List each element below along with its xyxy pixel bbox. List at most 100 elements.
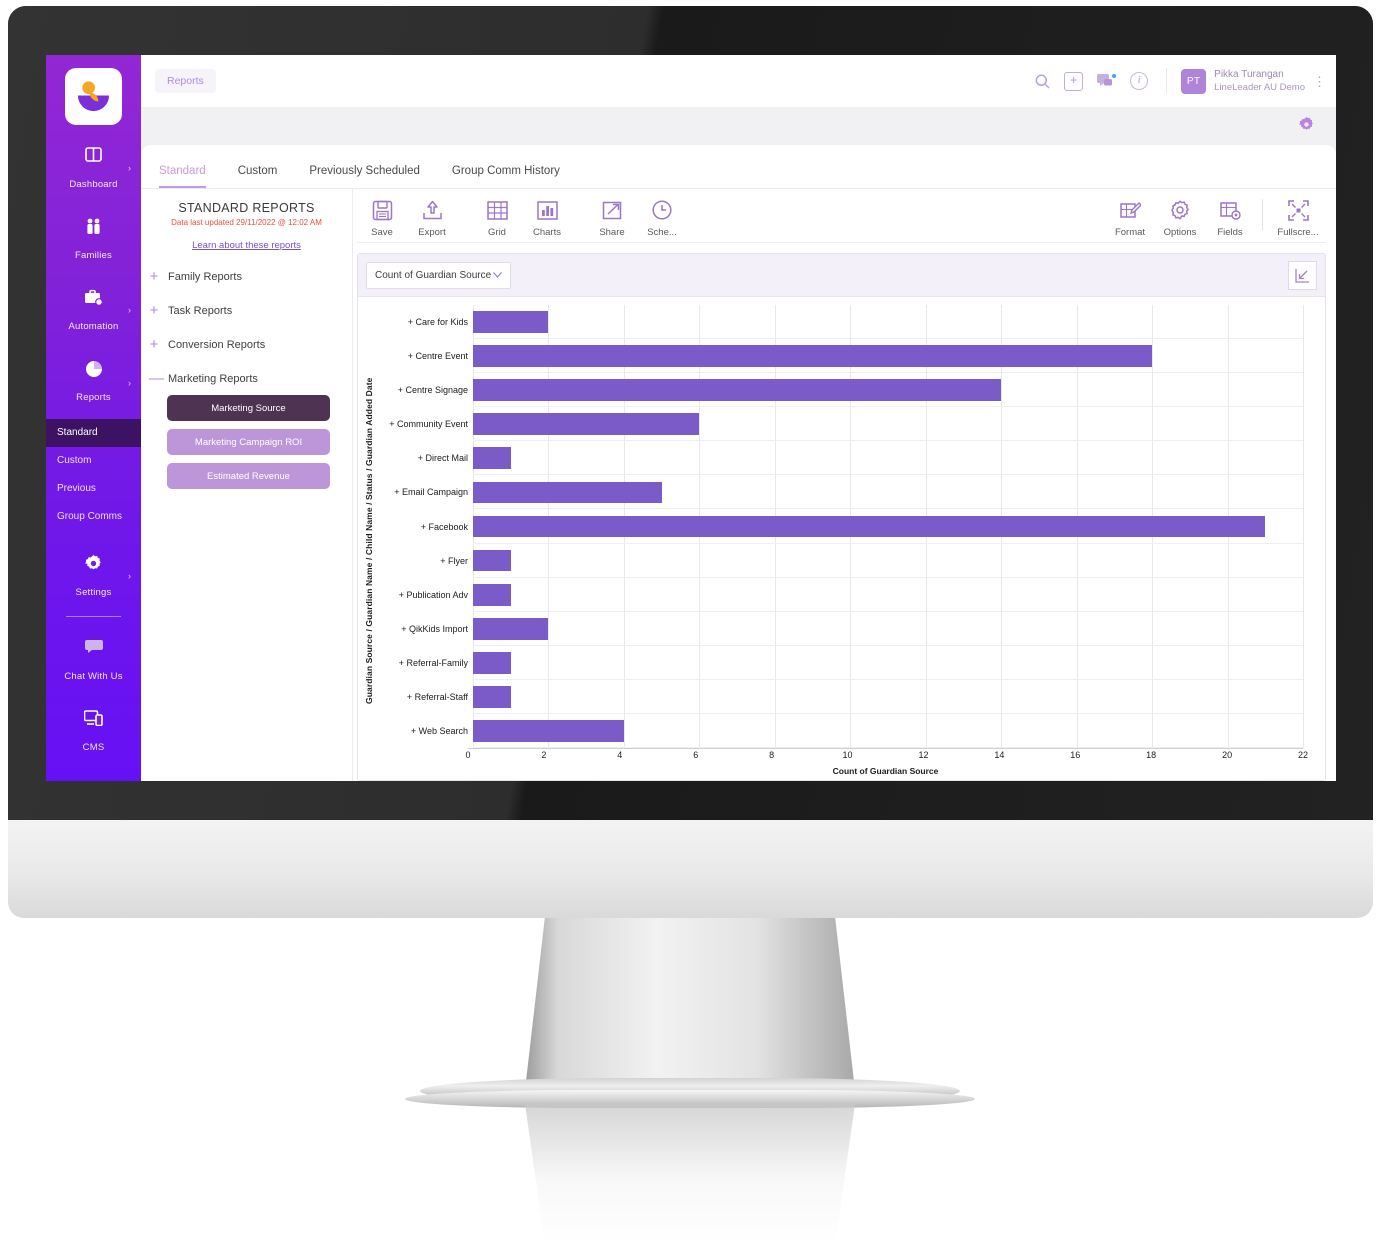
sidebar-item-standard[interactable]: Standard <box>46 419 141 447</box>
gridline <box>1001 645 1003 680</box>
group-conversion-reports[interactable]: + Conversion Reports <box>149 336 344 353</box>
grid-button[interactable]: Grid <box>472 195 522 238</box>
toolbar-label: Fields <box>1217 227 1243 238</box>
y-axis-tick-label[interactable]: + Centre Signage <box>376 385 473 395</box>
gridline <box>774 611 776 646</box>
sidebar-item-dashboard[interactable]: › Dashboard <box>46 143 141 196</box>
y-axis-tick-label[interactable]: + Email Campaign <box>376 487 473 497</box>
gridline <box>1076 441 1078 476</box>
tab-previously-scheduled[interactable]: Previously Scheduled <box>309 165 420 188</box>
bar[interactable] <box>473 686 511 708</box>
group-label: Task Reports <box>168 304 233 317</box>
group-task-reports[interactable]: + Task Reports <box>149 302 344 319</box>
toolbar-label: Charts <box>533 227 561 238</box>
options-button[interactable]: Options <box>1155 195 1205 238</box>
sidebar-item-reports[interactable]: › Reports <box>46 356 141 409</box>
gridline <box>774 305 776 340</box>
gridline <box>1227 441 1229 476</box>
save-button[interactable]: Save <box>357 195 407 238</box>
y-axis-tick-label[interactable]: + Facebook <box>376 522 473 532</box>
user-profile[interactable]: PT Pikka Turangan LineLeader AU Demo ⋮ <box>1166 68 1326 94</box>
gridline <box>1227 577 1229 612</box>
tab-group-comm-history[interactable]: Group Comm History <box>452 165 560 188</box>
y-axis-tick-label[interactable]: + Referral-Family <box>376 658 473 668</box>
kebab-menu-icon[interactable]: ⋮ <box>1313 75 1326 88</box>
tab-custom[interactable]: Custom <box>238 165 278 188</box>
gridline <box>925 305 927 340</box>
bar[interactable] <box>473 515 1266 538</box>
user-text: Pikka Turangan LineLeader AU Demo <box>1214 68 1305 94</box>
breadcrumb[interactable]: Reports <box>155 69 216 93</box>
sidebar-item-settings[interactable]: › Settings <box>46 551 141 604</box>
bar[interactable] <box>473 311 549 333</box>
bar-track <box>473 305 1304 340</box>
y-axis-tick-label[interactable]: + Community Event <box>376 419 473 429</box>
y-axis-tick-label[interactable]: + Centre Event <box>376 351 473 361</box>
bar[interactable] <box>473 413 700 436</box>
plus-icon[interactable]: + <box>1064 71 1084 91</box>
sidebar-item-previous[interactable]: Previous <box>46 475 141 503</box>
chevron-down-icon: › <box>128 378 131 388</box>
sidebar-item-custom[interactable]: Custom <box>46 447 141 475</box>
y-axis-tick-label[interactable]: + Web Search <box>376 726 473 736</box>
chevron-right-icon: › <box>128 163 131 173</box>
share-button[interactable]: Share <box>587 195 637 238</box>
gridline <box>1076 713 1078 749</box>
y-axis-tick-label[interactable]: + Care for Kids <box>376 317 473 327</box>
bar[interactable] <box>473 651 511 674</box>
sidebar-item-cms[interactable]: CMS <box>46 706 141 759</box>
gridline <box>1152 373 1154 408</box>
bar[interactable] <box>473 345 1153 368</box>
group-marketing-reports[interactable]: — Marketing Reports <box>149 370 344 387</box>
report-estimated-revenue[interactable]: Estimated Revenue <box>167 463 330 489</box>
report-marketing-source[interactable]: Marketing Source <box>167 395 330 421</box>
fullscreen-button[interactable]: Fullscre... <box>1270 195 1326 238</box>
bar[interactable] <box>473 549 511 572</box>
clock-schedule-icon <box>637 195 687 225</box>
bar[interactable] <box>473 720 624 742</box>
measure-select[interactable]: Count of Guardian Source <box>366 261 512 289</box>
bar-track <box>473 441 1304 476</box>
main-region: Reports + i PT Pikka Turangan LineLeader… <box>141 55 1336 781</box>
schedule-button[interactable]: Sche... <box>637 195 687 238</box>
group-label: Family Reports <box>168 270 242 283</box>
y-axis-tick-label[interactable]: + Flyer <box>376 556 473 566</box>
format-button[interactable]: Format <box>1105 195 1155 238</box>
export-button[interactable]: Export <box>407 195 457 238</box>
y-axis-tick-label[interactable]: + QikKids Import <box>376 624 473 634</box>
sidebar-item-group-comms[interactable]: Group Comms <box>46 503 141 531</box>
chat-bubbles-icon[interactable] <box>1097 73 1117 89</box>
search-icon[interactable] <box>1035 74 1050 89</box>
main-sidebar: › Dashboard Families › Automation › Repo… <box>46 55 141 781</box>
fields-button[interactable]: Fields <box>1205 195 1255 238</box>
collapse-arrow-icon[interactable] <box>1288 260 1317 290</box>
bar[interactable] <box>473 481 662 504</box>
y-axis-tick-label[interactable]: + Referral-Staff <box>376 692 473 702</box>
sidebar-item-chat-with-us[interactable]: Chat With Us <box>46 635 141 688</box>
charts-button[interactable]: Charts <box>522 195 572 238</box>
gridline <box>699 475 701 510</box>
plot-columns: + Care for Kids + Centre Event + Centre Si… <box>376 305 1308 776</box>
learn-about-reports-link[interactable]: Learn about these reports <box>149 240 344 251</box>
share-external-icon <box>587 195 637 225</box>
settings-gear-icon[interactable] <box>1299 117 1314 136</box>
sidebar-item-families[interactable]: Families <box>46 214 141 267</box>
top-bar: Reports + i PT Pikka Turangan LineLeader… <box>141 55 1336 107</box>
bar[interactable] <box>473 379 1002 402</box>
x-axis-tick-label: 10 <box>842 750 853 760</box>
bar[interactable] <box>473 447 511 470</box>
info-icon[interactable]: i <box>1130 72 1149 90</box>
bar-row: + Referral-Family <box>376 645 1304 680</box>
sidebar-item-automation[interactable]: › Automation <box>46 285 141 338</box>
tab-standard[interactable]: Standard <box>159 165 206 188</box>
group-label: Conversion Reports <box>168 338 266 351</box>
group-family-reports[interactable]: + Family Reports <box>149 268 344 285</box>
gridline <box>623 713 625 749</box>
bar[interactable] <box>473 583 511 606</box>
y-axis-tick-label[interactable]: + Publication Adv <box>376 590 473 600</box>
y-axis-tick-label[interactable]: + Direct Mail <box>376 453 473 463</box>
report-marketing-campaign-roi[interactable]: Marketing Campaign ROI <box>167 429 330 455</box>
bar[interactable] <box>473 617 549 640</box>
app-logo[interactable] <box>65 68 122 125</box>
gridline <box>850 679 852 714</box>
